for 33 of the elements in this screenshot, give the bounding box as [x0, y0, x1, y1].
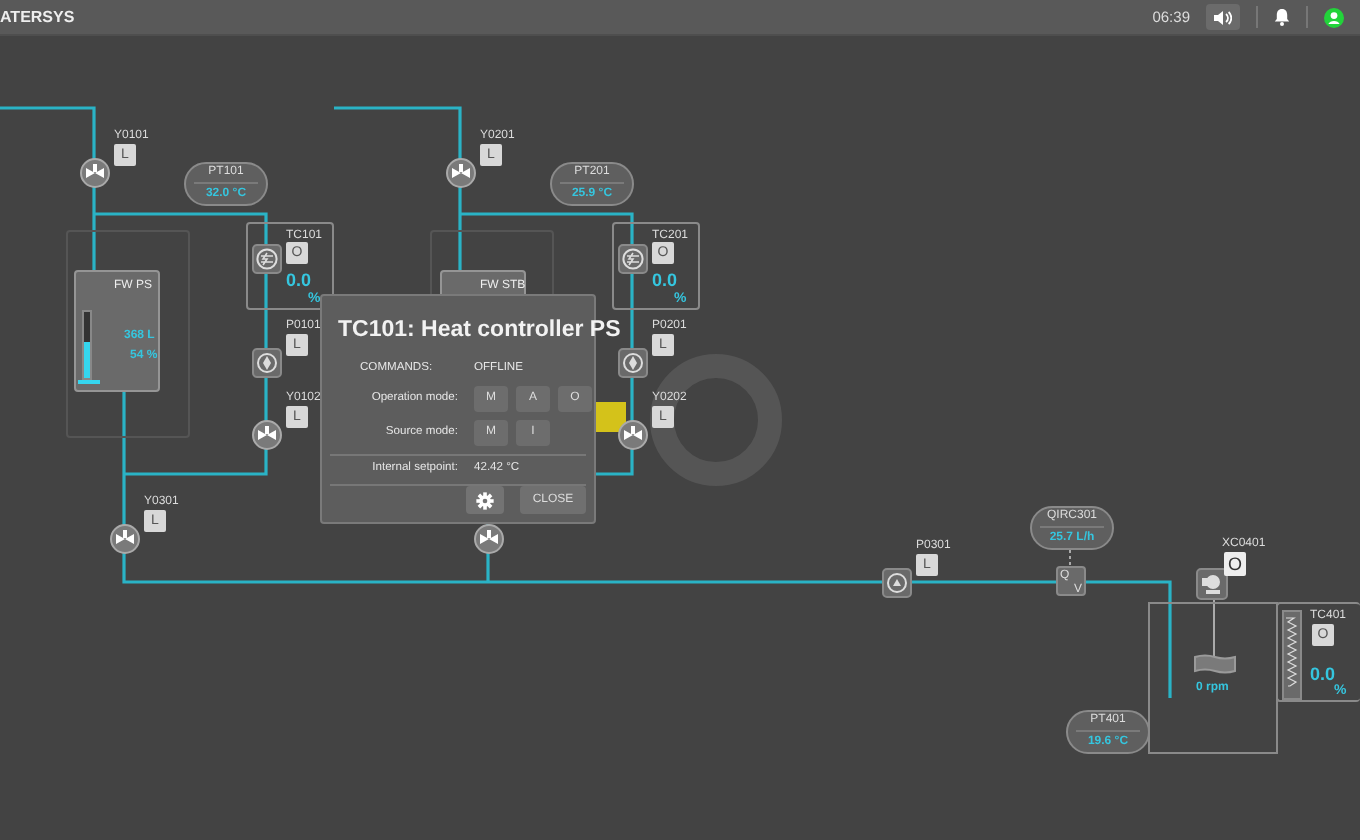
flow-meter[interactable] [1056, 566, 1086, 596]
pump-icon[interactable] [617, 347, 647, 377]
motor-icon[interactable] [1196, 568, 1228, 600]
output-value: 0.0 [652, 272, 678, 290]
heat-exchanger-icon [618, 244, 648, 274]
output-value: 0.0 [286, 272, 312, 290]
app-title: ATERSYS [0, 5, 75, 29]
leader-line [1069, 549, 1071, 567]
speaker-icon [1214, 9, 1232, 25]
controller-panel[interactable] [612, 222, 700, 310]
valve-icon[interactable] [445, 157, 475, 187]
status-marker [596, 402, 626, 432]
stirrer-shaft [1213, 597, 1215, 657]
tank[interactable] [74, 270, 160, 392]
settings-button[interactable] [466, 486, 504, 514]
user-status-icon[interactable] [1324, 7, 1344, 27]
gear-icon [476, 491, 494, 509]
mode-indicator[interactable]: O [1224, 552, 1246, 576]
dialog-title: TC101: Heat controller PS [338, 318, 621, 342]
pump-icon[interactable] [251, 347, 281, 377]
pump-icon[interactable] [881, 567, 911, 597]
impeller-icon [1194, 654, 1236, 674]
heating-coil-icon [1282, 610, 1302, 700]
output-value: 0.0 [1310, 666, 1336, 684]
heat-exchanger-icon [252, 244, 282, 274]
valve-icon[interactable] [617, 419, 647, 449]
valve-icon[interactable] [79, 157, 109, 187]
speaker-button[interactable] [1206, 4, 1240, 30]
valve-icon[interactable] [473, 523, 503, 553]
ring-shape [650, 354, 782, 486]
bell-icon[interactable] [1274, 8, 1290, 26]
valve-icon[interactable] [251, 419, 281, 449]
valve-icon[interactable] [109, 523, 139, 553]
